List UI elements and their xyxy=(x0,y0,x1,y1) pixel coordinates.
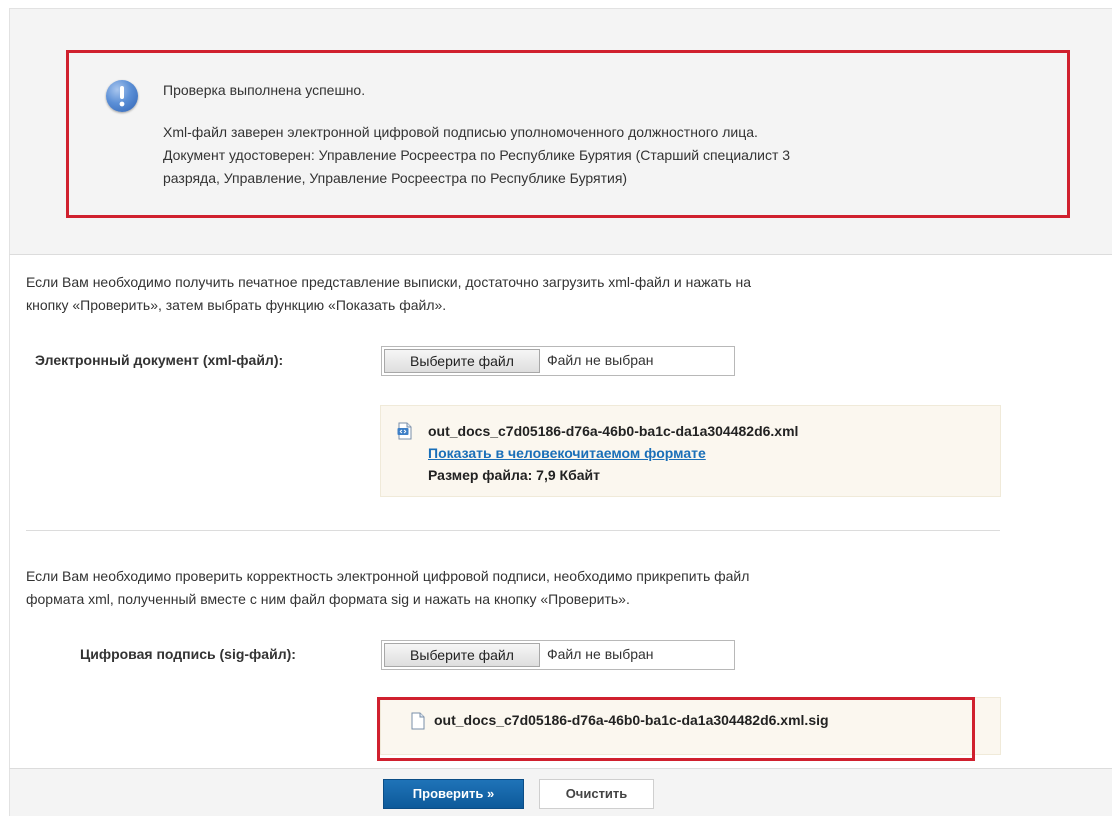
message-line-2: Документ удостоверен: Управление Росреес… xyxy=(163,147,791,163)
sig-intro-line-2: формата xml, полученный вместе с ним фай… xyxy=(26,591,630,607)
sig-intro-line-1: Если Вам необходимо проверить корректнос… xyxy=(26,568,750,584)
show-readable-link[interactable]: Показать в человекочитаемом формате xyxy=(428,445,706,461)
sig-choose-file-button[interactable]: Выберите файл xyxy=(384,643,540,667)
xml-file-name: out_docs_c7d05186-d76a-46b0-ba1c-da1a304… xyxy=(428,423,799,439)
section-divider xyxy=(26,530,1000,531)
message-line-1: Xml-файл заверен электронной цифровой по… xyxy=(163,124,758,140)
xml-choose-file-button[interactable]: Выберите файл xyxy=(384,349,540,373)
xml-uploaded-file-panel: out_docs_c7d05186-d76a-46b0-ba1c-da1a304… xyxy=(380,405,1001,497)
xml-file-icon xyxy=(397,422,412,440)
check-button[interactable]: Проверить » xyxy=(383,779,524,809)
xml-file-size: Размер файла: 7,9 Кбайт xyxy=(428,467,600,483)
sig-file-highlight-box xyxy=(377,697,975,761)
xml-field-label: Электронный документ (xml-файл): xyxy=(35,352,284,368)
info-exclamation-icon xyxy=(106,80,138,112)
xml-intro-line-1: Если Вам необходимо получить печатное пр… xyxy=(26,274,752,290)
message-title: Проверка выполнена успешно. xyxy=(163,82,366,98)
sig-file-status: Файл не выбран xyxy=(547,646,654,662)
sig-file-input[interactable]: Выберите файл Файл не выбран xyxy=(381,640,735,670)
xml-file-input[interactable]: Выберите файл Файл не выбран xyxy=(381,346,735,376)
message-line-3: разряда, Управление, Управление Росреест… xyxy=(163,170,628,186)
clear-button[interactable]: Очистить xyxy=(539,779,654,809)
xml-intro-line-2: кнопку «Проверить», затем выбрать функци… xyxy=(26,297,447,313)
verification-page: Проверка выполнена успешно. Xml-файл зав… xyxy=(0,0,1112,816)
xml-file-status: Файл не выбран xyxy=(547,352,654,368)
sig-field-label: Цифровая подпись (sig-файл): xyxy=(80,646,296,662)
